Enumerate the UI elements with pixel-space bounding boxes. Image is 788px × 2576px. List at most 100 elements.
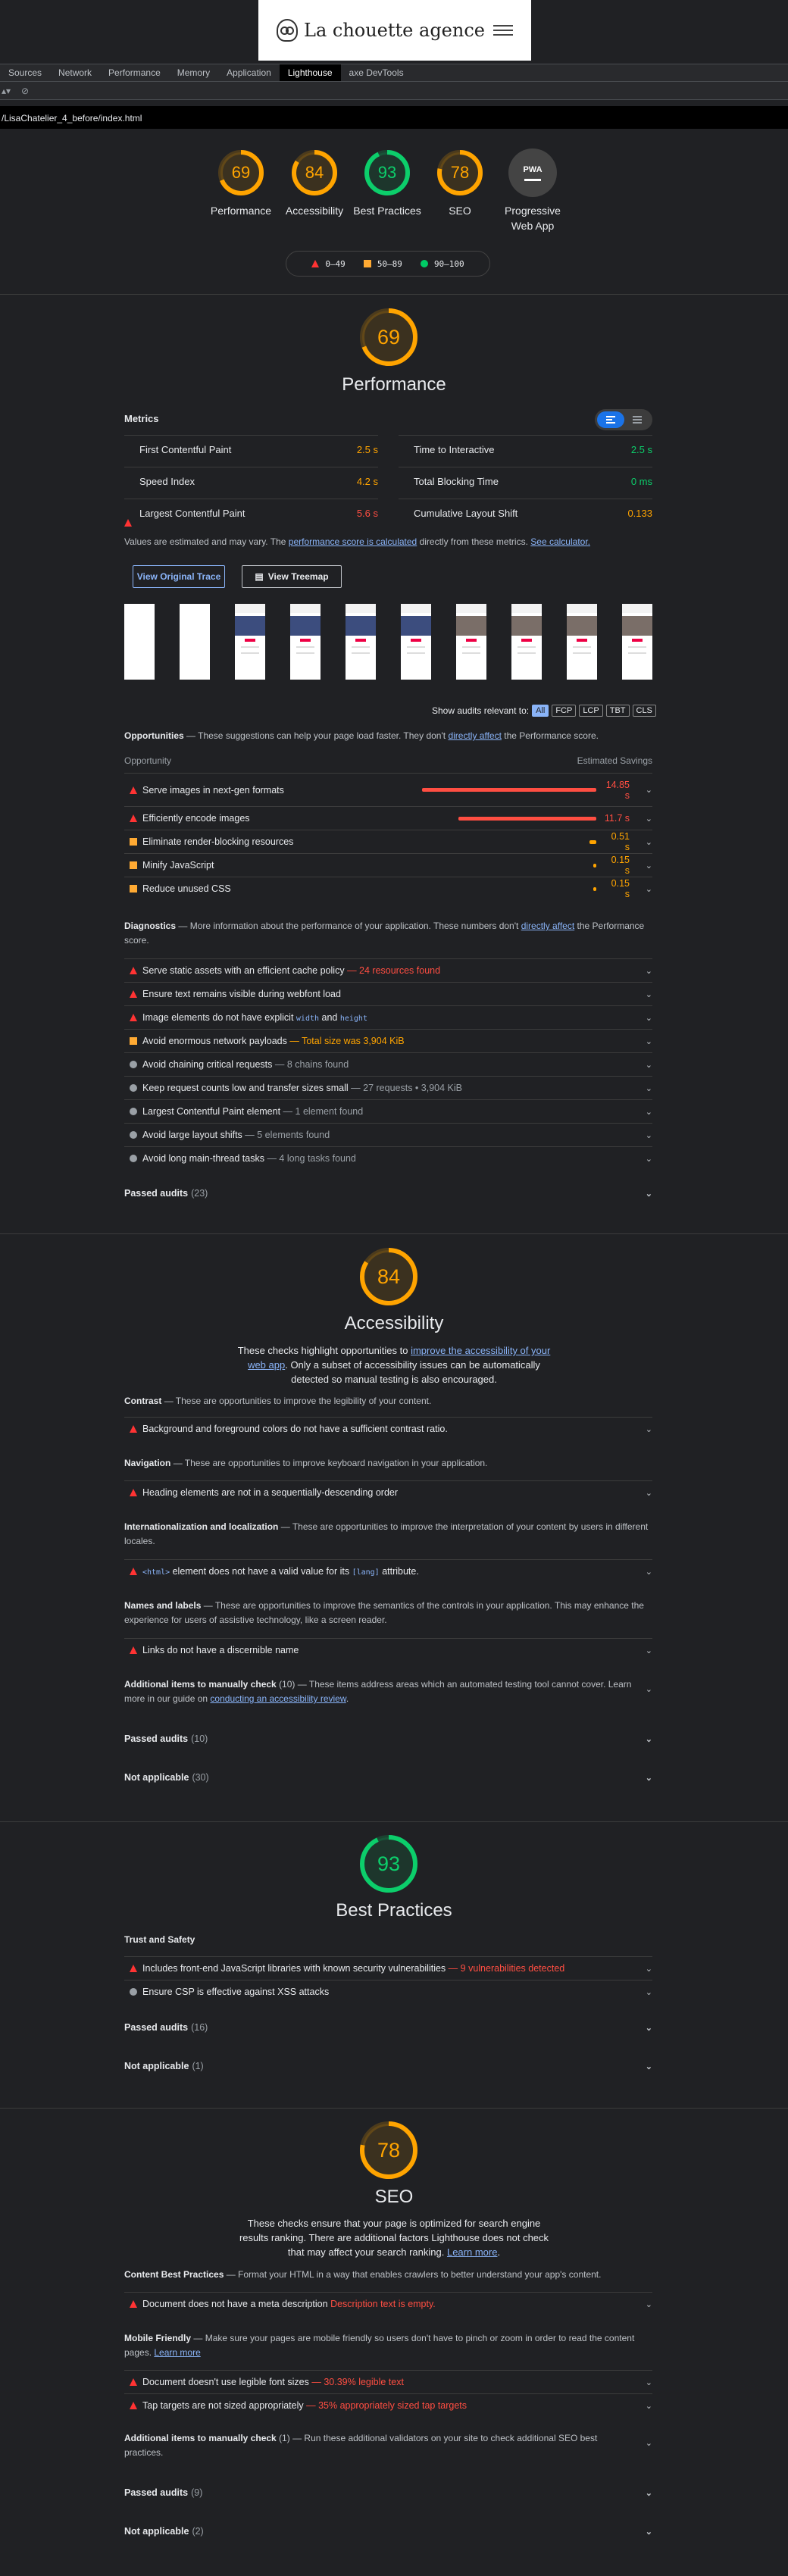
opportunity-row[interactable]: Minify JavaScript 0.15 s ⌄ [124,853,652,877]
tab-lighthouse[interactable]: Lighthouse [279,64,341,81]
gauge-score: 84 [377,1265,401,1288]
chevron-down-icon: ⌄ [645,1734,652,1744]
bp-not-applicable[interactable]: Not applicable (1) ⌄ [124,2053,652,2079]
metrics-note: Values are estimated and may vary. The p… [124,536,590,547]
performance-title: Performance [342,374,446,395]
metric-label: Total Blocking Time [414,476,499,487]
audit-html-lang[interactable]: <html> element does not have a valid val… [124,1559,652,1583]
diagnostic-row[interactable]: Serve static assets with an efficient ca… [124,958,652,982]
average-square-icon [130,861,137,869]
seo-not-applicable[interactable]: Not applicable (2) ⌄ [124,2518,652,2544]
view-treemap-button[interactable]: ▤ View Treemap [242,565,342,588]
seo-gauge: 78 [358,2120,419,2181]
summary-label[interactable]: SEO [422,203,498,218]
tab-memory[interactable]: Memory [169,64,218,81]
info-circle-icon [130,1988,137,1996]
summary-gauge-performance[interactable]: 69 [217,148,265,197]
summary-label[interactable]: Performance [203,203,279,218]
dropdown-icon[interactable]: ▴▾ [2,86,11,96]
chevron-down-icon: ⌄ [645,1154,652,1164]
diagnostic-row[interactable]: Image elements do not have explicit widt… [124,1005,652,1029]
accessibility-review-link[interactable]: conducting an accessibility review [210,1693,346,1704]
opportunity-row[interactable]: Reduce unused CSS 0.15 s ⌄ [124,877,652,900]
audit-contrast[interactable]: Background and foreground colors do not … [124,1417,652,1440]
hamburger-menu-icon[interactable] [493,25,513,36]
audit-csp-xss[interactable]: Ensure CSP is effective against XSS atta… [124,1980,652,2003]
diagnostic-row[interactable]: Avoid enormous network payloads — Total … [124,1029,652,1052]
site-header: La chouette agence [258,0,531,61]
see-calculator-link[interactable]: See calculator. [530,536,590,547]
diagnostic-row[interactable]: Avoid long main-thread tasks — 4 long ta… [124,1146,652,1170]
a11y-passed-audits[interactable]: Passed audits (10) ⌄ [124,1726,652,1752]
metrics-view-toggle[interactable] [595,409,652,430]
filmstrip-frame [290,604,321,680]
perf-passed-audits[interactable]: Passed audits (23) ⌄ [124,1180,652,1206]
gauge-score: 69 [231,163,251,182]
diagnostic-row[interactable]: Avoid large layout shifts — 5 elements f… [124,1123,652,1146]
tab-sources[interactable]: Sources [0,64,50,81]
chevron-down-icon: ⌄ [645,2488,652,2498]
directly-affect-link[interactable]: directly affect [448,730,501,741]
diagnostic-row[interactable]: Avoid chaining critical requests — 8 cha… [124,1052,652,1076]
site-logo[interactable]: La chouette agence [277,19,485,42]
seo-description: These checks ensure that your page is op… [239,2218,549,2258]
seo-learn-more-link[interactable]: Learn more [447,2246,497,2258]
diagnostic-row[interactable]: Keep request counts low and transfer siz… [124,1076,652,1099]
filter-all[interactable]: All [532,705,549,717]
opportunity-row[interactable]: Efficiently encode images 11.7 s ⌄ [124,806,652,830]
view-trace-button[interactable]: View Original Trace [133,565,225,588]
tab-network[interactable]: Network [50,64,100,81]
legend-average: 50–89 [377,258,402,269]
info-circle-icon [130,1131,137,1139]
navigation-header: Navigation — These are opportunities to … [124,1458,488,1468]
tab-performance[interactable]: Performance [100,64,169,81]
tab-application[interactable]: Application [218,64,280,81]
fail-triangle-icon [124,508,132,527]
summary-gauge-accessibility[interactable]: 84 [290,148,339,197]
diagnostic-row[interactable]: Largest Contentful Paint element — 1 ele… [124,1099,652,1123]
names-labels-header: Names and labels — These are opportuniti… [124,1600,644,1625]
filter-cls[interactable]: CLS [632,705,656,717]
metric-value: 2.5 s [356,444,378,455]
summary-gauge-seo[interactable]: 78 [436,148,484,197]
pwa-badge[interactable]: PWA [508,148,557,197]
toggle-expanded-icon[interactable] [624,411,650,428]
summary-label[interactable]: Accessibility [277,203,352,218]
chevron-down-icon: ⌄ [645,1189,652,1199]
opportunities-header: Opportunities — These suggestions can he… [124,730,599,741]
audit-tap-targets[interactable]: Tap targets are not sized appropriately … [124,2393,652,2417]
summary-gauge-best-practices[interactable]: 93 [363,148,411,197]
fail-triangle-icon [130,1965,137,1972]
toggle-compact-icon[interactable] [597,411,624,428]
a11y-manual-header[interactable]: Additional items to manually check (10) … [124,1677,632,1706]
audit-link-name[interactable]: Links do not have a discernible name ⌄ [124,1638,652,1662]
summary-label[interactable]: Best Practices [349,203,425,218]
summary-label[interactable]: Progressive Web App [495,203,571,233]
opportunity-row[interactable]: Serve images in next-gen formats 14.85 s ⌄ [124,773,652,806]
chevron-down-icon: ⌄ [645,1130,652,1140]
metric-label: First Contentful Paint [139,444,232,455]
diagnostics-affect-link[interactable]: directly affect [521,921,574,931]
filter-tbt[interactable]: TBT [605,705,630,717]
seo-passed-audits[interactable]: Passed audits (9) ⌄ [124,2480,652,2506]
clear-icon[interactable]: ⊘ [21,86,29,96]
diagnostic-row[interactable]: Ensure text remains visible during webfo… [124,982,652,1005]
audit-meta-description[interactable]: Document does not have a meta descriptio… [124,2292,652,2315]
audit-heading-order[interactable]: Heading elements are not in a sequential… [124,1480,652,1504]
mobile-learn-more-link[interactable]: Learn more [154,2347,200,2358]
bp-passed-audits[interactable]: Passed audits (16) ⌄ [124,2015,652,2040]
mobile-friendly-header: Mobile Friendly — Make sure your pages a… [124,2333,635,2358]
score-calculated-link[interactable]: performance score is calculated [289,536,417,547]
opportunity-row[interactable]: Eliminate render-blocking resources 0.51 … [124,830,652,853]
filmstrip-frame [124,604,155,680]
filter-fcp[interactable]: FCP [552,705,577,717]
filter-lcp[interactable]: LCP [579,705,603,717]
tab-axe-devtools[interactable]: axe DevTools [341,64,412,81]
average-square-icon [363,260,371,267]
audit-font-sizes[interactable]: Document doesn't use legible font sizes … [124,2370,652,2393]
chevron-down-icon: ⌄ [645,1013,652,1023]
audit-vulnerable-libraries[interactable]: Includes front-end JavaScript libraries … [124,1956,652,1980]
a11y-not-applicable[interactable]: Not applicable (30) ⌄ [124,1765,652,1790]
chevron-down-icon: ⌄ [645,861,652,871]
seo-manual-header[interactable]: Additional items to manually check (1) —… [124,2431,632,2460]
